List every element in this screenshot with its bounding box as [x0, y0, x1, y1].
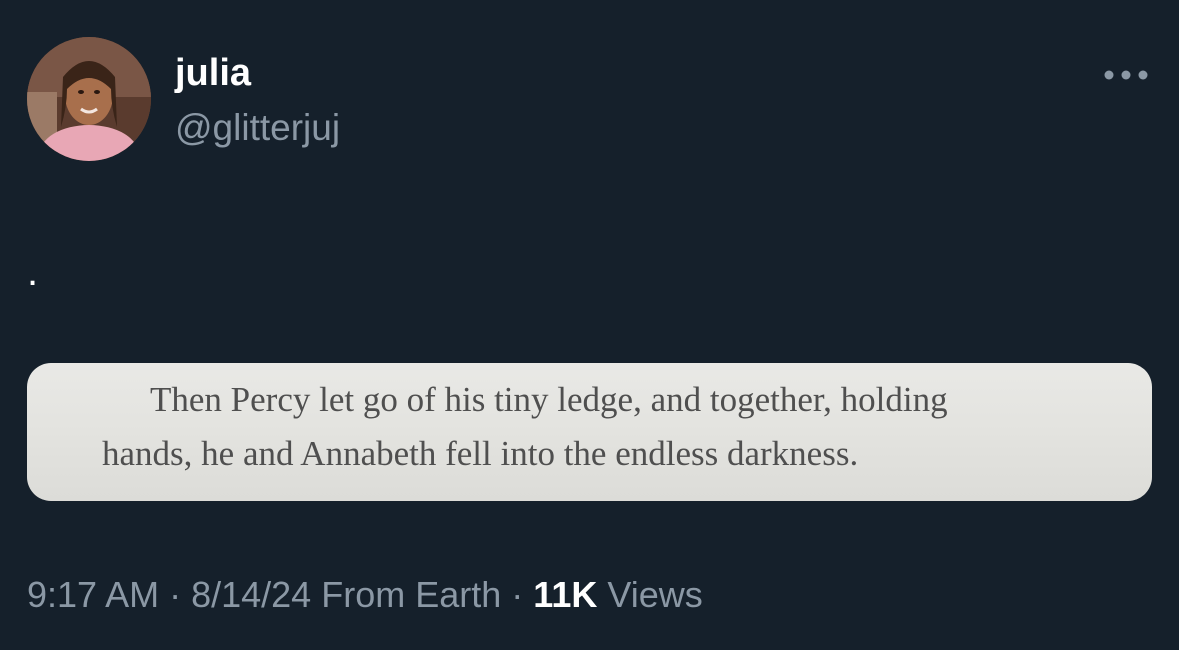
username-handle[interactable]: @glitterjuj	[175, 105, 340, 151]
more-horizontal-icon	[1104, 70, 1148, 80]
tweet-time[interactable]: 9:17 AM	[27, 574, 159, 615]
separator: ·	[159, 574, 192, 615]
more-options-button[interactable]	[1096, 58, 1156, 92]
views-label[interactable]: Views	[607, 574, 702, 615]
profile-photo-icon	[27, 37, 151, 161]
views-count[interactable]: 11K	[533, 574, 597, 615]
display-name[interactable]: julia	[175, 50, 251, 96]
tweet-date[interactable]: 8/14/24	[191, 574, 311, 615]
tweet-source: From Earth	[321, 574, 502, 615]
tweet-card: julia @glitterjuj . Then Percy let go of…	[0, 0, 1179, 650]
separator: ·	[501, 574, 534, 615]
tweet-media-image[interactable]: Then Percy let go of his tiny ledge, and…	[27, 363, 1152, 501]
book-text-line: hands, he and Annabeth fell into the end…	[102, 434, 859, 473]
book-text-line: Then Percy let go of his tiny ledge, and…	[150, 380, 948, 419]
tweet-text: .	[27, 250, 39, 294]
avatar[interactable]	[27, 37, 151, 161]
tweet-meta: 9:17 AM · 8/14/24 From Earth · 11K Views	[27, 572, 703, 618]
